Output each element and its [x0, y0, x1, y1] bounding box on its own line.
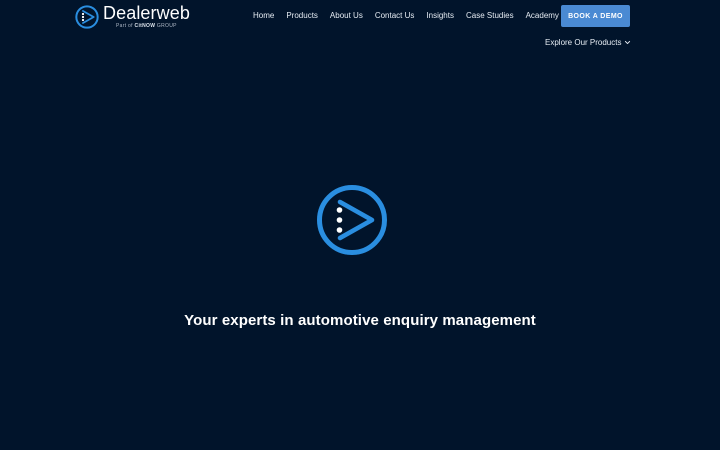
logo-sub-prefix: Part of [116, 23, 135, 29]
explore-products-dropdown[interactable]: Explore Our Products [545, 38, 631, 47]
nav-contact-us[interactable]: Contact Us [369, 11, 421, 20]
logo-name: Dealerweb [103, 3, 190, 23]
nav-home[interactable]: Home [247, 11, 280, 20]
logo-subtitle: Part of CitNOW GROUP [116, 24, 190, 29]
nav-insights[interactable]: Insights [420, 11, 460, 20]
brand-logo[interactable]: Dealerweb Part of CitNOW GROUP [75, 4, 190, 29]
nav-academy[interactable]: Academy [520, 11, 565, 20]
main-nav: Home Products About Us Contact Us Insigh… [247, 11, 565, 20]
hero-tagline: Your experts in automotive enquiry manag… [184, 312, 536, 329]
logo-text: Dealerweb Part of CitNOW GROUP [103, 4, 190, 29]
explore-products-label: Explore Our Products [545, 38, 622, 47]
logo-sub-suffix: GROUP [155, 23, 177, 29]
nav-about-us[interactable]: About Us [324, 11, 369, 20]
book-demo-button[interactable]: BOOK A DEMO [561, 5, 630, 27]
nav-case-studies[interactable]: Case Studies [460, 11, 520, 20]
play-arrow-circle-icon [75, 4, 99, 29]
play-arrow-circle-icon [317, 185, 387, 255]
page: Dealerweb Part of CitNOW GROUP Home Prod… [0, 0, 720, 450]
logo-sub-brand: CitNOW [134, 23, 156, 29]
chevron-down-icon [625, 40, 631, 45]
nav-products[interactable]: Products [280, 11, 324, 20]
